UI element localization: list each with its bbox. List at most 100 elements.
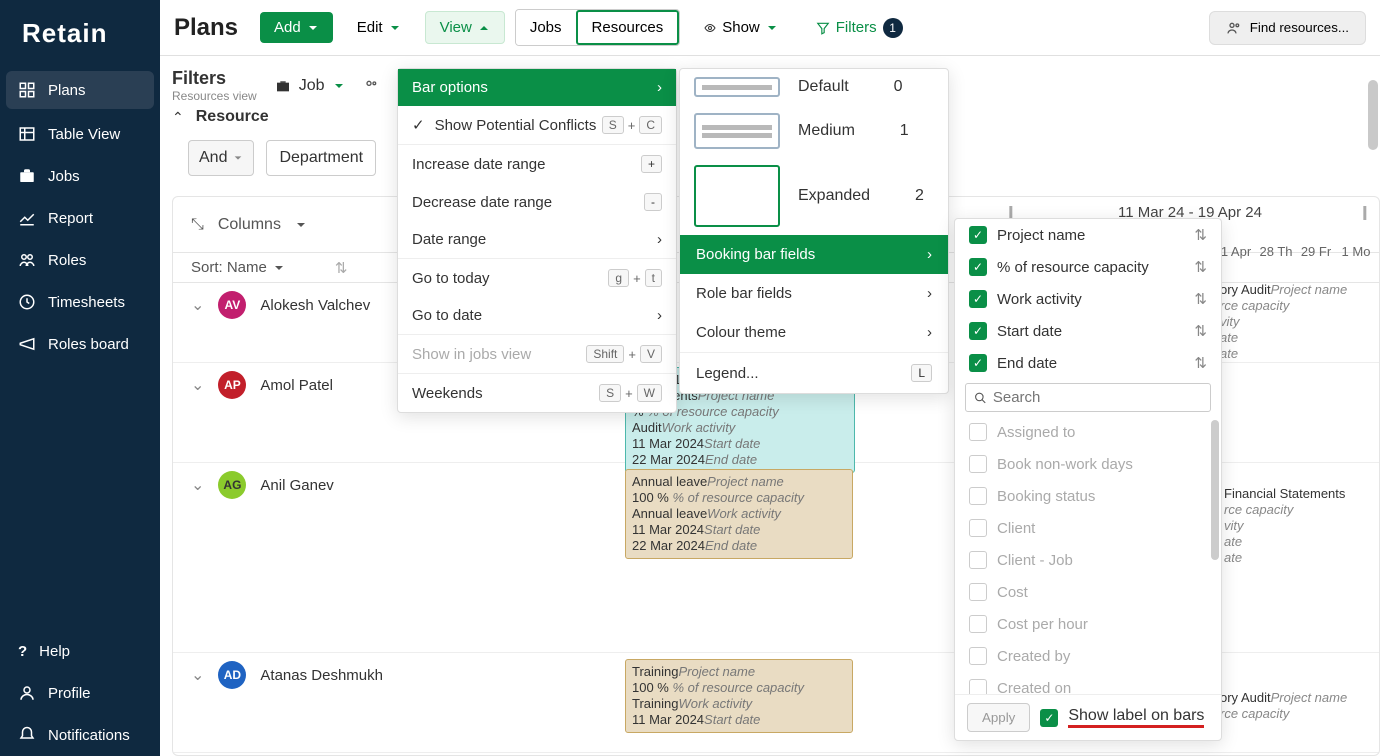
nav-label: Help	[39, 643, 70, 660]
briefcase-icon	[18, 167, 36, 185]
chevron-down-icon[interactable]: ⌄	[191, 665, 204, 685]
nav-table[interactable]: Table View	[0, 113, 160, 155]
drag-icon: ⇅	[1194, 322, 1207, 340]
nav-label: Jobs	[48, 168, 80, 185]
view-button[interactable]: View	[425, 11, 505, 44]
avatar: AD	[218, 661, 246, 689]
drag-icon: ⇅	[1194, 258, 1207, 276]
field-project-name[interactable]: ✓Project name⇅	[955, 219, 1221, 251]
menu-header-bar-options[interactable]: Bar options›	[398, 69, 676, 106]
chevron-down-icon	[766, 22, 778, 34]
field-option[interactable]: Created on	[955, 672, 1221, 694]
field-option[interactable]: Created by	[955, 640, 1221, 672]
chevron-up-icon	[478, 22, 490, 34]
nav-report[interactable]: Report	[0, 197, 160, 239]
booking-bar-fields-panel: ✓Project name⇅ ✓% of resource capacity⇅ …	[954, 218, 1222, 741]
menu-booking-bar-fields[interactable]: Booking bar fields›	[680, 235, 948, 274]
field-work-activity[interactable]: ✓Work activity⇅	[955, 283, 1221, 315]
menu-colour-theme[interactable]: Colour theme›	[680, 313, 948, 352]
chevron-down-icon[interactable]: ⌄	[191, 475, 204, 495]
size-medium[interactable]: Medium 1	[680, 105, 948, 157]
checkbox-icon	[969, 455, 987, 473]
resource-label: Resource	[196, 108, 269, 126]
nav-jobs[interactable]: Jobs	[0, 155, 160, 197]
nav-profile[interactable]: Profile	[0, 672, 160, 714]
chevron-down-icon[interactable]: ⌄	[191, 375, 204, 395]
show-label-toggle[interactable]: Show label on bars	[1068, 707, 1204, 728]
nav-notifications[interactable]: Notifications	[0, 714, 160, 756]
field-list-scroll[interactable]: Assigned to Book non-work days Booking s…	[955, 416, 1221, 694]
menu-increase-range[interactable]: Increase date range+	[398, 145, 676, 183]
menu-legend[interactable]: Legend...L	[680, 353, 948, 393]
field-option[interactable]: Cost per hour	[955, 608, 1221, 640]
checkbox-checked-icon[interactable]: ✓	[1040, 709, 1058, 727]
menu-go-date[interactable]: Go to date›	[398, 297, 676, 334]
drag-icon: ⇅	[1194, 290, 1207, 308]
menu-role-bar-fields[interactable]: Role bar fields›	[680, 274, 948, 313]
field-start-date[interactable]: ✓Start date⇅	[955, 315, 1221, 347]
menu-decrease-range[interactable]: Decrease date range-	[398, 183, 676, 221]
checkbox-icon	[969, 551, 987, 569]
chevron-down-icon[interactable]: ⌄	[191, 295, 204, 315]
chevron-up-icon[interactable]: ⌃	[172, 109, 184, 126]
chevron-right-icon: ›	[927, 285, 932, 302]
table-icon	[18, 125, 36, 143]
nav-label: Notifications	[48, 727, 130, 744]
nav-rolesboard[interactable]: Roles board	[0, 323, 160, 365]
chevron-right-icon: ›	[657, 79, 662, 96]
field-option[interactable]: Client - Job	[955, 544, 1221, 576]
size-default[interactable]: Default 0	[680, 69, 948, 105]
columns-button[interactable]: ⤡ Columns	[173, 216, 325, 234]
grid-icon	[18, 81, 36, 99]
field-pct-capacity[interactable]: ✓% of resource capacity⇅	[955, 251, 1221, 283]
resource-name: Atanas Deshmukh	[260, 667, 383, 684]
field-end-date[interactable]: ✓End date⇅	[955, 347, 1221, 379]
checkbox-icon	[969, 423, 987, 441]
filters-button[interactable]: Filters1	[802, 11, 917, 45]
checkbox-icon	[969, 615, 987, 633]
field-option[interactable]: Booking status	[955, 480, 1221, 512]
nav-label: Report	[48, 210, 93, 227]
menu-go-today[interactable]: Go to todayg+t	[398, 259, 676, 297]
topbar: Plans Add Edit View Jobs Resources Show …	[160, 0, 1380, 56]
booking-bar[interactable]: Annual leaveProject name 100 % % of reso…	[625, 469, 853, 559]
nav-roles[interactable]: Roles	[0, 239, 160, 281]
and-select[interactable]: And	[188, 140, 254, 176]
jobs-tab[interactable]: Jobs	[516, 10, 576, 45]
menu-date-range[interactable]: Date range›	[398, 221, 676, 258]
field-option[interactable]: Client	[955, 512, 1221, 544]
chevron-right-icon: ›	[657, 307, 662, 324]
search-input[interactable]	[993, 389, 1202, 406]
drag-handle-icon[interactable]: |||	[1362, 204, 1372, 221]
edit-button[interactable]: Edit	[343, 12, 415, 43]
field-option[interactable]: Assigned to	[955, 416, 1221, 448]
bar-options-submenu: Default 0 Medium 1 Expanded 2 Booking ba…	[679, 68, 949, 394]
apply-button[interactable]: Apply	[967, 703, 1030, 732]
find-resources-button[interactable]: Find resources...	[1209, 11, 1366, 45]
size-expanded[interactable]: Expanded 2	[680, 157, 948, 235]
resources-tab[interactable]: Resources	[576, 10, 680, 45]
scrollbar[interactable]	[1211, 420, 1219, 560]
date-columns: 1 Apr28 Th29 Fr1 Mo	[1218, 244, 1374, 259]
chevron-down-icon	[307, 22, 319, 34]
booking-bar[interactable]: TrainingProject name 100 % % of resource…	[625, 659, 853, 733]
nav-label: Timesheets	[48, 294, 125, 311]
menu-conflicts[interactable]: ✓Show Potential Conflicts S+C	[398, 106, 676, 144]
sort-drag-icon[interactable]: ⇅	[335, 259, 348, 277]
nav-plans[interactable]: Plans	[6, 71, 154, 109]
department-chip[interactable]: Department	[266, 140, 376, 176]
nav-timesheets[interactable]: Timesheets	[0, 281, 160, 323]
field-option[interactable]: Cost	[955, 576, 1221, 608]
nav-label: Roles	[48, 252, 86, 269]
nav-help[interactable]: ?Help	[0, 631, 160, 672]
menu-weekends[interactable]: WeekendsS+W	[398, 374, 676, 412]
job-filter[interactable]: Job	[275, 77, 345, 95]
add-button[interactable]: Add	[260, 12, 333, 43]
checkbox-icon	[969, 487, 987, 505]
page-scrollbar[interactable]	[1368, 80, 1378, 150]
show-button[interactable]: Show	[690, 12, 792, 43]
field-search[interactable]	[965, 383, 1211, 412]
field-option[interactable]: Book non-work days	[955, 448, 1221, 480]
drag-icon: ⇅	[1194, 226, 1207, 244]
menu-jobs-view: Show in jobs viewShift+V	[398, 335, 676, 373]
